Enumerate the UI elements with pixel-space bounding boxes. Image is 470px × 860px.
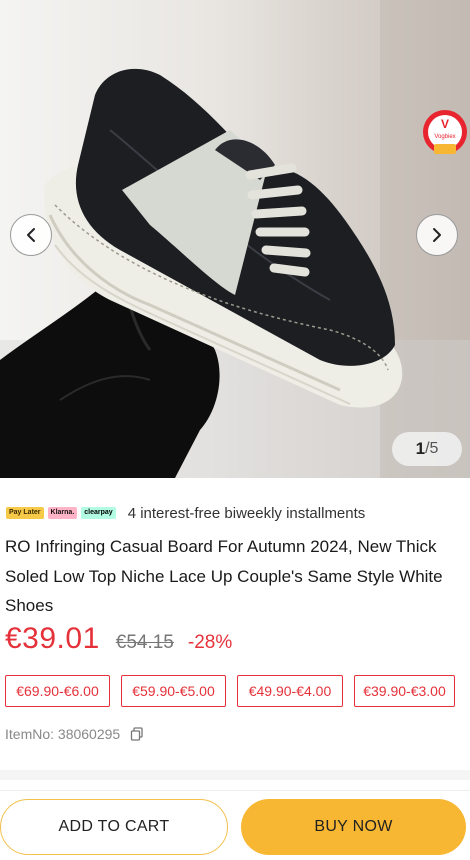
- svg-text:V: V: [441, 117, 449, 131]
- klarna-logo: Klarna.: [47, 507, 78, 519]
- image-counter-total: /5: [425, 440, 439, 457]
- product-photo: [0, 0, 470, 478]
- image-counter: 1/5: [392, 432, 462, 466]
- chevron-left-icon: [27, 228, 35, 242]
- section-divider: [0, 770, 470, 780]
- discount-tiers: €69.90-€6.00 €59.90-€5.00 €49.90-€4.00 €…: [5, 675, 465, 707]
- copy-icon[interactable]: [130, 727, 144, 741]
- add-to-cart-button[interactable]: ADD TO CART: [0, 799, 228, 855]
- bottom-action-bar: ADD TO CART BUY NOW: [0, 790, 470, 860]
- discount-tier[interactable]: €49.90-€4.00: [237, 675, 343, 707]
- buy-now-button[interactable]: BUY NOW: [241, 799, 466, 855]
- next-image-button[interactable]: [416, 214, 458, 256]
- discount-percent: -28%: [187, 632, 233, 653]
- brand-badge-text: Vogbiex: [434, 134, 455, 140]
- clearpay-logo: clearpay: [81, 507, 116, 519]
- current-price: €39.01: [5, 622, 100, 655]
- product-image-gallery[interactable]: V Vogbiex 1/5: [0, 0, 470, 478]
- image-counter-current: 1: [415, 439, 426, 458]
- original-price: €54.15: [115, 632, 174, 653]
- product-title: RO Infringing Casual Board For Autumn 20…: [5, 537, 443, 615]
- item-number: ItemNo: 38060295: [5, 726, 144, 742]
- discount-tier[interactable]: €39.90-€3.00: [354, 675, 455, 707]
- installment-row[interactable]: Pay Later Klarna. clearpay 4 interest-fr…: [6, 503, 365, 523]
- item-number-text: ItemNo: 38060295: [5, 726, 121, 742]
- price-row: €39.01 €54.15 -28%: [5, 622, 232, 656]
- discount-tier[interactable]: €69.90-€6.00: [5, 675, 110, 707]
- paylater-logo: Pay Later: [6, 507, 44, 519]
- brand-badge: V Vogbiex: [420, 108, 470, 166]
- discount-tier[interactable]: €59.90-€5.00: [121, 675, 226, 707]
- chevron-right-icon: [433, 228, 441, 242]
- previous-image-button[interactable]: [10, 214, 52, 256]
- installment-text: 4 interest-free biweekly installments: [127, 504, 366, 522]
